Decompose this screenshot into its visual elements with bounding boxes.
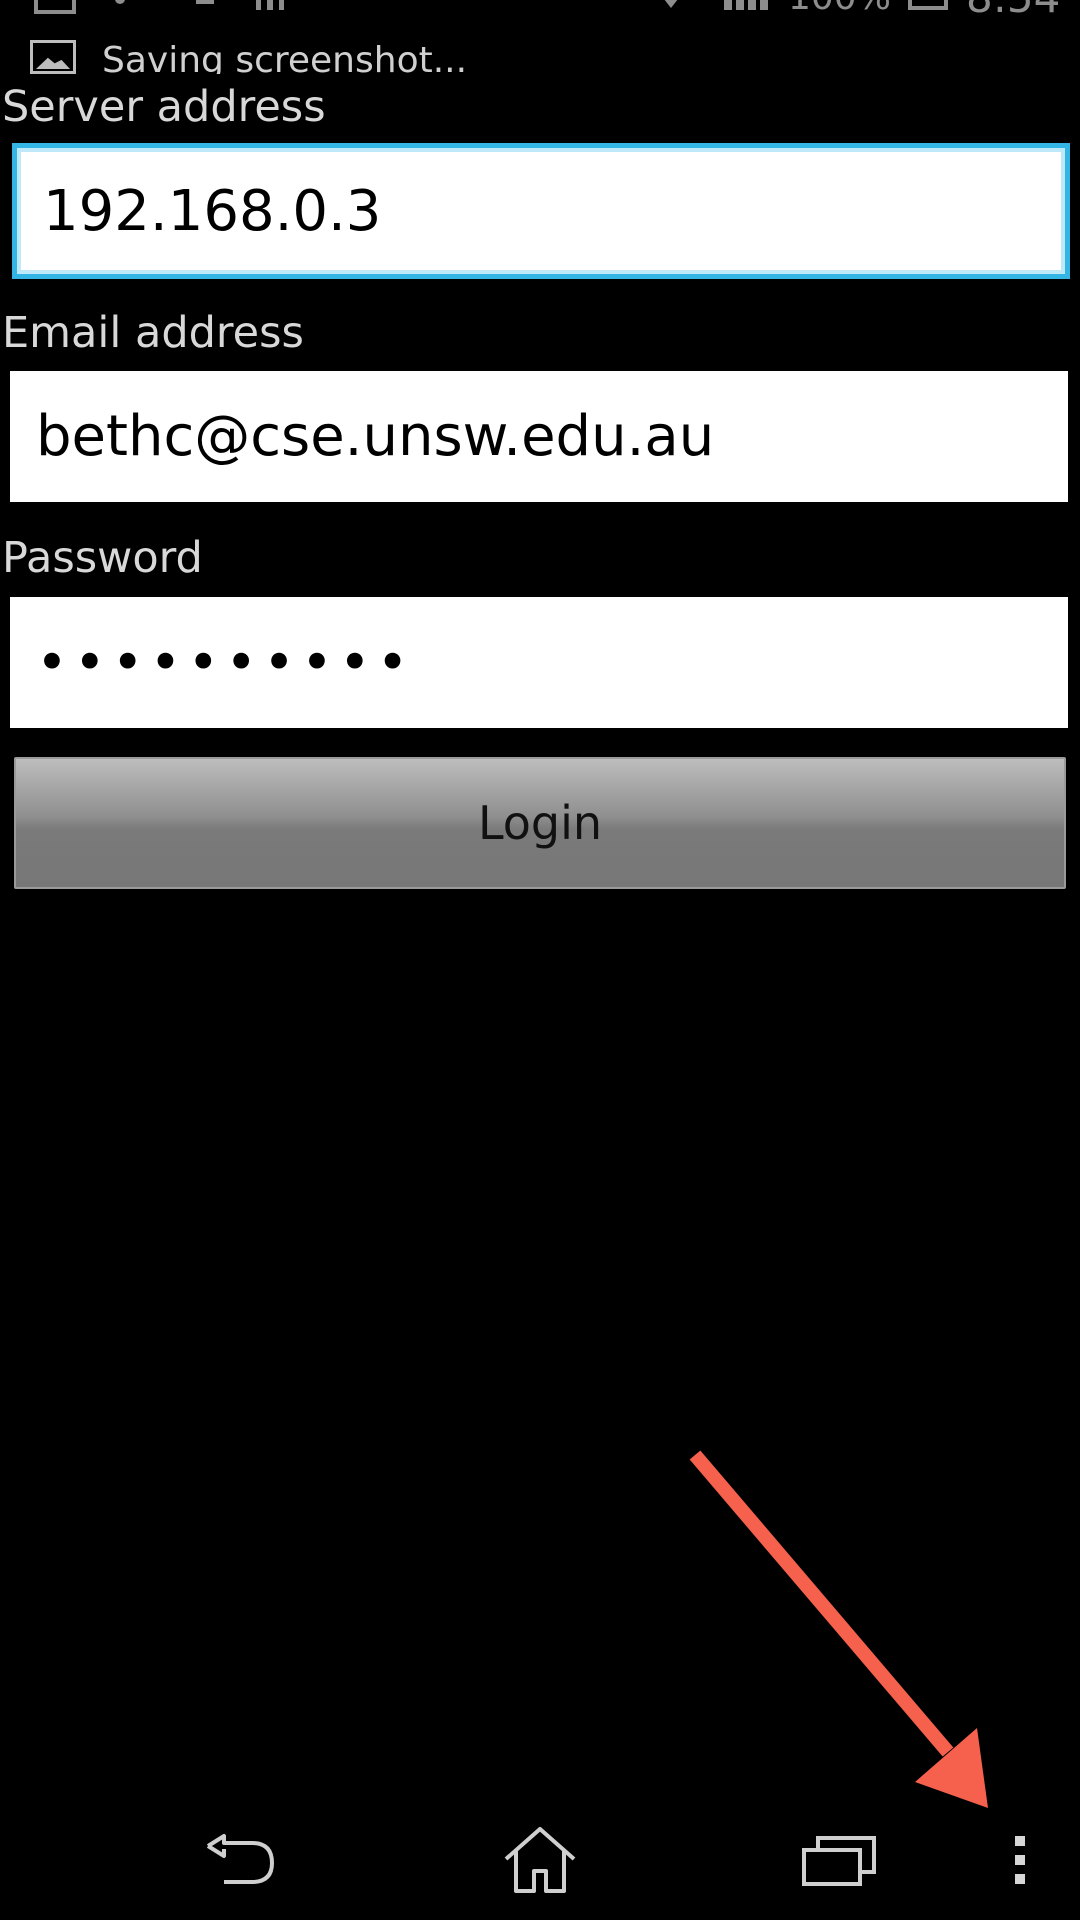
password-label: Password (2, 533, 203, 583)
login-button-label: Login (477, 796, 603, 850)
back-icon (206, 1834, 274, 1884)
battery-icon (908, 0, 948, 10)
password-masked-value: •••••••••• (36, 631, 415, 694)
android-debug-icon (256, 0, 284, 10)
email-address-label: Email address (2, 308, 304, 358)
signal-icon (724, 0, 772, 10)
login-button[interactable]: Login (14, 757, 1066, 889)
wifi-icon (656, 0, 704, 10)
ticker-text: Saving screenshot... (102, 40, 468, 74)
notification-ticker: Saving screenshot... (28, 38, 1068, 74)
home-button[interactable] (470, 1800, 610, 1920)
status-bar: 100% 8:54 (0, 0, 1080, 28)
navigation-bar (0, 1800, 1080, 1920)
usb-icon (112, 0, 128, 14)
annotation-arrow-head (915, 1728, 988, 1808)
clock: 8:54 (966, 0, 1060, 20)
password-input[interactable]: •••••••••• (10, 597, 1068, 728)
notification-dash-icon (196, 0, 214, 4)
home-icon (504, 1827, 576, 1893)
image-icon (30, 40, 76, 74)
recent-apps-icon (802, 1836, 876, 1886)
battery-percent: 100% (788, 0, 891, 18)
server-address-label: Server address (2, 82, 326, 132)
back-button[interactable] (170, 1800, 310, 1920)
overflow-menu-button[interactable] (990, 1800, 1050, 1920)
email-address-value: bethc@cse.unsw.edu.au (36, 404, 715, 469)
annotation-arrow (689, 1450, 988, 1808)
email-address-input[interactable]: bethc@cse.unsw.edu.au (10, 371, 1068, 502)
server-address-input[interactable]: 192.168.0.3 (12, 143, 1070, 279)
overflow-menu-icon (1015, 1836, 1025, 1884)
recent-apps-button[interactable] (770, 1800, 910, 1920)
server-address-value: 192.168.0.3 (43, 178, 382, 244)
annotation-arrow-shaft (689, 1450, 954, 1757)
screenshot-icon (34, 0, 76, 14)
